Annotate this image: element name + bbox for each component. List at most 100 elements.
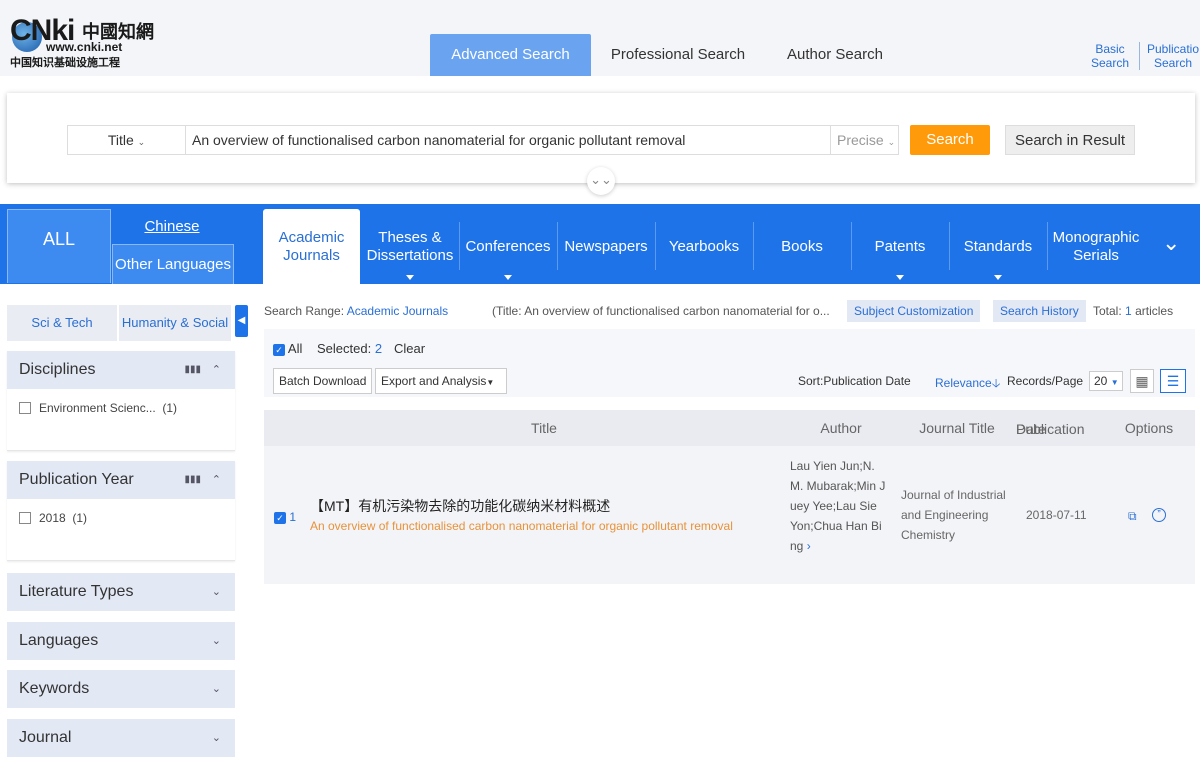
logo-subtitle: 中国知识基础设施工程 [10, 56, 120, 69]
journal-filter[interactable]: Journal ⌄ [7, 719, 235, 757]
tab-newspapers[interactable]: Newspapers [559, 209, 653, 284]
chevron-down-icon: ⌄ [211, 732, 221, 744]
checkbox[interactable] [19, 512, 31, 524]
export-analysis-button[interactable]: Export and Analysis▼ [375, 368, 507, 394]
tab-label-line1: Academic [278, 228, 345, 246]
list-view-icon[interactable]: ☰ [1160, 369, 1186, 393]
publication-year-header[interactable]: Publication Year ▮▮▮ ⌃ [7, 461, 235, 499]
articles-label: articles [1135, 304, 1174, 318]
tab-yearbooks[interactable]: Yearbooks [657, 209, 751, 284]
bar-chart-icon[interactable]: ▮▮▮ [184, 351, 201, 389]
result-title-en[interactable]: An overview of functionalised carbon nan… [310, 519, 733, 533]
literature-types-filter[interactable]: Literature Types ⌄ [7, 573, 235, 611]
nav-divider [949, 222, 950, 270]
subject-customization-button[interactable]: Subject Customization [847, 300, 981, 322]
chevron-up-icon[interactable]: ⌃ [212, 351, 221, 389]
column-pubdate-line2: Date [1016, 421, 1046, 437]
tab-advanced-search[interactable]: Advanced Search [430, 34, 591, 76]
arrow-down-icon: 🡣 [991, 376, 1001, 390]
tab-author-search[interactable]: Author Search [770, 34, 900, 76]
collapse-sidebar-icon[interactable]: ◀ [235, 305, 248, 337]
tab-label: Yearbooks [668, 237, 740, 255]
column-title: Title [531, 420, 557, 436]
group-label: Journal [19, 729, 72, 746]
publication-year-filter: Publication Year ▮▮▮ ⌃ 2018 (1) [7, 461, 235, 561]
tab-theses[interactable]: Theses & Dissertations [363, 209, 457, 284]
disciplines-header[interactable]: Disciplines ▮▮▮ ⌃ [7, 351, 235, 389]
check-icon[interactable]: ✓ [274, 511, 286, 524]
grid-view-icon[interactable]: ▦ [1130, 369, 1154, 393]
check-icon[interactable]: ✓ [273, 343, 285, 356]
export-analysis-label: Export and Analysis [381, 374, 487, 388]
tab-label-line1: Theses & [378, 228, 442, 246]
selected-label: Selected: [317, 341, 372, 356]
category-nav: ALL Chinese Other Languages Academic Jour… [0, 204, 1200, 284]
checkbox[interactable] [19, 402, 31, 414]
selected-value: 2 [374, 341, 383, 356]
search-range-value[interactable]: Academic Journals [347, 304, 448, 318]
publication-search-line1: Publicatio [1146, 42, 1200, 56]
tab-all[interactable]: ALL [7, 209, 111, 283]
tab-conferences[interactable]: Conferences [461, 209, 555, 284]
publication-search-line2: Search [1153, 56, 1193, 70]
cnki-logo[interactable]: CCNki 中國知網 www.cnki.net 中国知识基础设施工程 [10, 14, 165, 69]
cite-quote-icon[interactable]: ” [1152, 508, 1166, 522]
search-in-result-button[interactable]: Search in Result [1005, 125, 1135, 155]
filter-item[interactable]: 2018 (1) [7, 499, 235, 525]
clear-button[interactable]: Clear [394, 341, 425, 356]
tab-academic-journals[interactable]: Academic Journals [263, 209, 360, 284]
filter-count: (1) [72, 511, 88, 525]
table-row: ✓ 1 【MT】有机污染物去除的功能化碳纳米材料概述 An overview o… [264, 446, 1195, 584]
column-journal: Journal Title [919, 420, 995, 436]
row-select[interactable]: ✓ 1 [274, 510, 296, 524]
tab-standards[interactable]: Standards [951, 209, 1045, 284]
tab-label: Books [781, 237, 823, 255]
result-authors-text[interactable]: Lau Yien Jun;N.M. Mubarak;Min Juey Yee;L… [790, 459, 885, 553]
search-field: Title ⌄ An overview of functionalised ca… [67, 125, 899, 155]
copy-icon[interactable]: ⧉ [1128, 509, 1137, 524]
sort-publication-date[interactable]: Publication Date [823, 374, 910, 388]
caret-down-icon [504, 275, 512, 280]
bar-chart-icon[interactable]: ▮▮▮ [184, 461, 201, 499]
keywords-filter[interactable]: Keywords ⌄ [7, 670, 235, 708]
records-per-page-select[interactable]: 20 ▼ [1089, 371, 1123, 391]
languages-filter[interactable]: Languages ⌄ [7, 622, 235, 660]
tab-books[interactable]: Books [755, 209, 849, 284]
search-history-button[interactable]: Search History [993, 300, 1086, 322]
result-title-cn[interactable]: 【MT】有机污染物去除的功能化碳纳米材料概述 [310, 496, 610, 516]
field-type-label: Title [107, 132, 134, 148]
link-divider [1139, 42, 1140, 70]
row-index: 1 [289, 510, 297, 524]
chevron-up-icon[interactable]: ⌃ [212, 461, 221, 499]
result-journal[interactable]: Journal of Industrial and Engineering Ch… [901, 485, 1013, 545]
field-type-select[interactable]: Title ⌄ [68, 126, 186, 154]
select-all-label: All [287, 341, 303, 356]
filter-item[interactable]: Environment Scienc... (1) [7, 389, 235, 415]
header: CCNki 中國知網 www.cnki.net 中国知识基础设施工程 Advan… [0, 0, 1200, 76]
publication-search-link[interactable]: Publicatio Search [1146, 42, 1200, 70]
basic-search-link[interactable]: Basic Search [1086, 42, 1134, 70]
sort-relevance[interactable]: Relevance🡣 [935, 374, 1000, 395]
search-button[interactable]: Search [910, 125, 990, 155]
more-categories-icon[interactable]: ⌄ [1162, 230, 1180, 256]
results-toolbar: ✓ All Selected: 2 Clear Batch Download E… [264, 329, 1195, 397]
chevron-right-icon[interactable]: › [807, 539, 811, 553]
chinese-link[interactable]: Chinese [112, 218, 232, 235]
tab-monographic-serials[interactable]: Monographic Serials [1049, 209, 1143, 284]
tab-patents[interactable]: Patents [853, 209, 947, 284]
batch-download-button[interactable]: Batch Download [273, 368, 373, 394]
segment-sci-tech[interactable]: Sci & Tech [7, 305, 117, 341]
segment-humanity-social[interactable]: Humanity & Social [119, 305, 231, 341]
records-per-page-label: Records/Page [1007, 374, 1084, 388]
sort-relevance-label: Relevance [935, 376, 992, 390]
tab-other-languages[interactable]: Other Languages [112, 244, 234, 284]
tab-professional-search[interactable]: Professional Search [600, 34, 756, 76]
match-mode-select[interactable]: Precise ⌄ [830, 126, 900, 154]
select-all[interactable]: ✓ All [273, 341, 302, 356]
caret-down-icon: ▼ [486, 378, 495, 387]
search-input[interactable]: An overview of functionalised carbon nan… [192, 126, 685, 154]
records-per-page-value: 20 [1094, 374, 1108, 388]
nav-divider [753, 222, 754, 270]
caret-down-icon [896, 275, 904, 280]
expand-toggle-icon[interactable]: ⌄⌄ [587, 167, 615, 195]
